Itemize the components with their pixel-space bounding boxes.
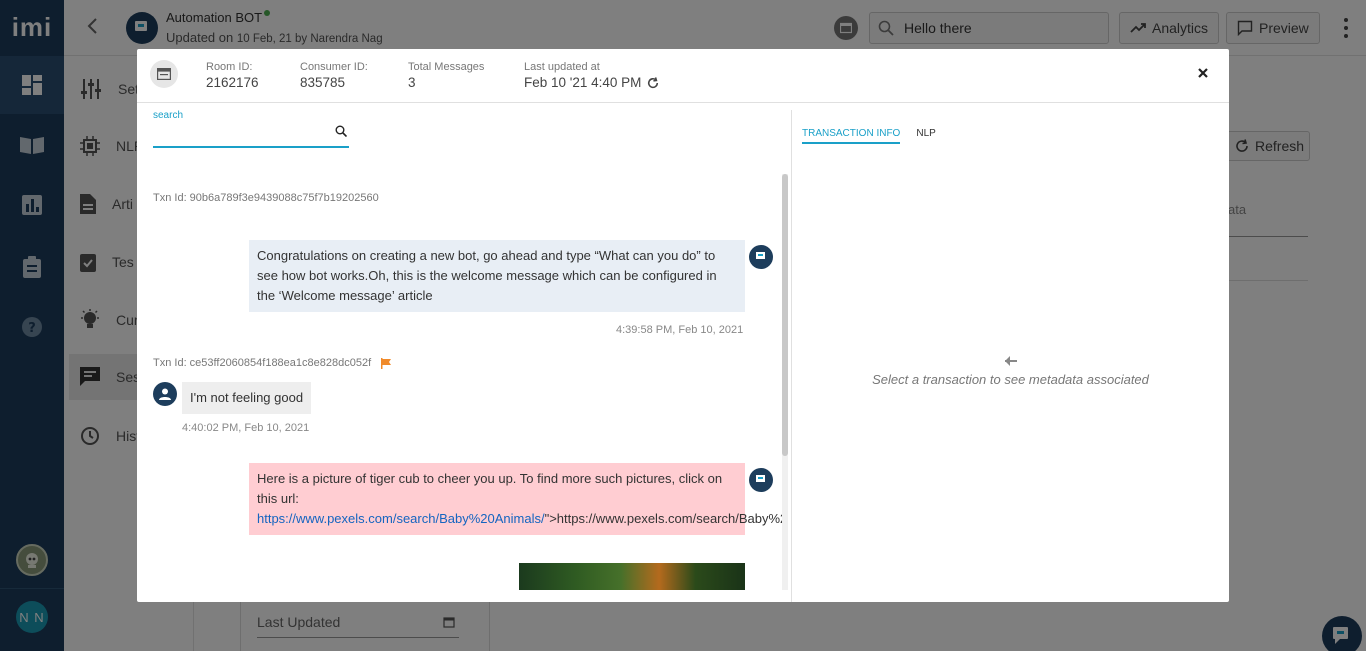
- last-updated-value: Feb 10 '21 4:40 PM: [524, 75, 642, 90]
- total-messages-value: 3: [408, 75, 416, 90]
- user-avatar: [153, 382, 177, 406]
- message-timestamp: 4:40:02 PM, Feb 10, 2021: [182, 422, 310, 434]
- empty-state-message: Select a transaction to see metadata ass…: [872, 372, 1149, 387]
- flag-icon: [381, 357, 392, 369]
- message-link[interactable]: https://www.pexels.com/search/Baby%20Ani…: [257, 511, 545, 526]
- message-text-tail: ">https://www.pexels.com/search/Baby%20A…: [544, 511, 783, 526]
- transcript-pane: search Txn Id: 90b6a789f3e9439088c75f7b1…: [137, 110, 791, 602]
- last-updated-value-row: Feb 10 '21 4:40 PM: [524, 75, 659, 90]
- channel-badge: [150, 60, 178, 88]
- transcript-scrollbar[interactable]: [782, 174, 788, 590]
- transaction-id[interactable]: Txn Id: ce53ff2060854f188ea1c8e828dc052f: [153, 357, 392, 369]
- message-text: Congratulations on creating a new bot, g…: [257, 248, 717, 303]
- bot-message[interactable]: Here is a picture of tiger cub to cheer …: [249, 463, 783, 535]
- last-updated-label: Last updated at: [524, 61, 600, 73]
- arrow-left-icon: [1004, 354, 1018, 372]
- modal-header: Room ID: 2162176 Consumer ID: 835785 Tot…: [137, 49, 1229, 103]
- tiger-cub-image[interactable]: [519, 563, 745, 590]
- consumer-id: Consumer ID: 835785: [300, 61, 368, 90]
- room-id-value: 2162176: [206, 75, 259, 90]
- message-text: I'm not feeling good: [190, 390, 304, 405]
- close-button[interactable]: [1195, 66, 1211, 82]
- last-updated: Last updated at Feb 10 '21 4:40 PM: [524, 61, 659, 90]
- transcript-search-input[interactable]: [153, 122, 349, 148]
- message-text: Here is a picture of tiger cub to cheer …: [257, 471, 723, 506]
- transaction-id-text: Txn Id: ce53ff2060854f188ea1c8e828dc052f: [153, 357, 372, 369]
- total-messages: Total Messages 3: [408, 61, 484, 90]
- bot-avatar: [749, 468, 773, 492]
- bot-avatar: [749, 245, 773, 269]
- room-id-label: Room ID:: [206, 61, 253, 73]
- consumer-id-label: Consumer ID:: [300, 61, 368, 73]
- consumer-id-value: 835785: [300, 75, 346, 90]
- tab-transaction-info[interactable]: TRANSACTION INFO: [802, 128, 901, 144]
- chat-bubble-icon: [756, 475, 765, 482]
- metadata-tabs: TRANSACTION INFO NLP: [802, 128, 936, 144]
- user-message[interactable]: I'm not feeling good: [182, 382, 312, 414]
- bot-message[interactable]: Congratulations on creating a new bot, g…: [249, 240, 745, 312]
- search-label: search: [153, 110, 184, 121]
- message-timestamp: 4:39:58 PM, Feb 10, 2021: [616, 324, 744, 336]
- transaction-id[interactable]: Txn Id: 90b6a789f3e9439088c75f7b19202560: [153, 192, 379, 204]
- tab-nlp[interactable]: NLP: [916, 128, 935, 144]
- person-icon: [159, 388, 171, 400]
- transaction-id-text: Txn Id: 90b6a789f3e9439088c75f7b19202560: [153, 192, 379, 204]
- room-id: Room ID: 2162176: [206, 61, 259, 90]
- search-icon: [335, 124, 348, 142]
- session-details-modal: Room ID: 2162176 Consumer ID: 835785 Tot…: [137, 49, 1229, 602]
- metadata-pane: TRANSACTION INFO NLP Select a transactio…: [792, 110, 1229, 602]
- scrollbar-thumb[interactable]: [782, 174, 788, 456]
- chat-bubble-icon: [756, 252, 765, 259]
- total-messages-label: Total Messages: [408, 61, 485, 73]
- close-icon: [1198, 68, 1208, 78]
- web-channel-icon: [157, 68, 171, 80]
- message-list[interactable]: Txn Id: 90b6a789f3e9439088c75f7b19202560…: [137, 174, 783, 590]
- refresh-icon[interactable]: [647, 76, 659, 89]
